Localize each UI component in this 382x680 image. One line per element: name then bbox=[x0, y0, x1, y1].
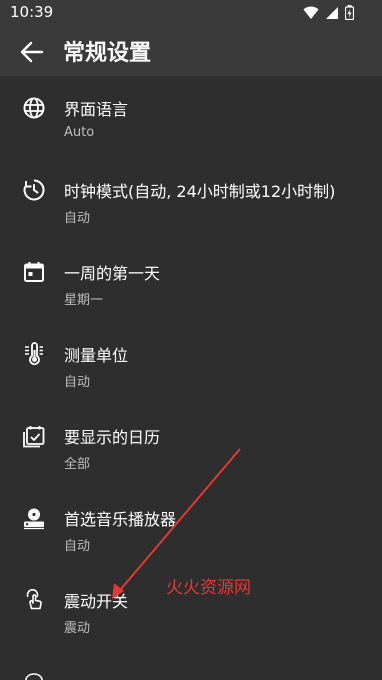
setting-value: Auto bbox=[64, 125, 95, 140]
setting-preferred-music-player[interactable]: 首选音乐播放器 自动 bbox=[0, 486, 382, 568]
wifi-icon bbox=[303, 6, 319, 19]
setting-value: 自动 bbox=[64, 211, 91, 226]
clock-icon bbox=[23, 179, 45, 201]
status-icons bbox=[303, 5, 354, 20]
signal-icon bbox=[326, 6, 338, 19]
setting-label: 首选音乐播放器 bbox=[64, 510, 177, 529]
setting-value: 自动 bbox=[64, 539, 91, 554]
setting-interface-language[interactable]: 界面语言 Auto bbox=[0, 76, 382, 158]
status-bar: 10:39 bbox=[0, 0, 382, 26]
touch-icon bbox=[26, 589, 42, 610]
status-time: 10:39 bbox=[10, 3, 54, 21]
setting-value: 自动 bbox=[64, 375, 91, 390]
setting-label: 一周的第一天 bbox=[64, 264, 161, 283]
calendar-check-icon bbox=[23, 426, 45, 448]
globe-icon bbox=[23, 97, 45, 119]
setting-value: 星期一 bbox=[64, 293, 104, 308]
setting-label: 时钟模式(自动, 24小时制或12小时制) bbox=[64, 182, 336, 201]
battery-icon bbox=[345, 5, 354, 20]
music-player-icon bbox=[24, 508, 44, 530]
watermark-text: 火火资源网 bbox=[166, 578, 251, 598]
calendar-icon bbox=[24, 262, 44, 282]
setting-clock-mode[interactable]: 时钟模式(自动, 24小时制或12小时制) 自动 bbox=[0, 158, 382, 240]
page-title: 常规设置 bbox=[63, 41, 152, 66]
setting-label: 要显示的日历 bbox=[64, 428, 161, 447]
setting-value: 全部 bbox=[64, 457, 91, 472]
app-bar: 常规设置 bbox=[0, 26, 382, 76]
setting-calendars-to-show[interactable]: 要显示的日历 全部 bbox=[0, 404, 382, 486]
thermometer-icon bbox=[25, 342, 43, 366]
setting-label: 界面语言 bbox=[64, 100, 129, 119]
setting-first-day-of-week[interactable]: 一周的第一天 星期一 bbox=[0, 240, 382, 322]
back-arrow-icon[interactable] bbox=[18, 39, 46, 65]
setting-measurement-units[interactable]: 测量单位 自动 bbox=[0, 322, 382, 404]
setting-label: 测量单位 bbox=[64, 346, 129, 365]
setting-label: 震动开关 bbox=[64, 592, 129, 611]
settings-list: 界面语言 Auto 时钟模式(自动, 24小时制或12小时制) 自动 一周的第一… bbox=[0, 76, 382, 650]
setting-value: 震动 bbox=[64, 621, 91, 636]
